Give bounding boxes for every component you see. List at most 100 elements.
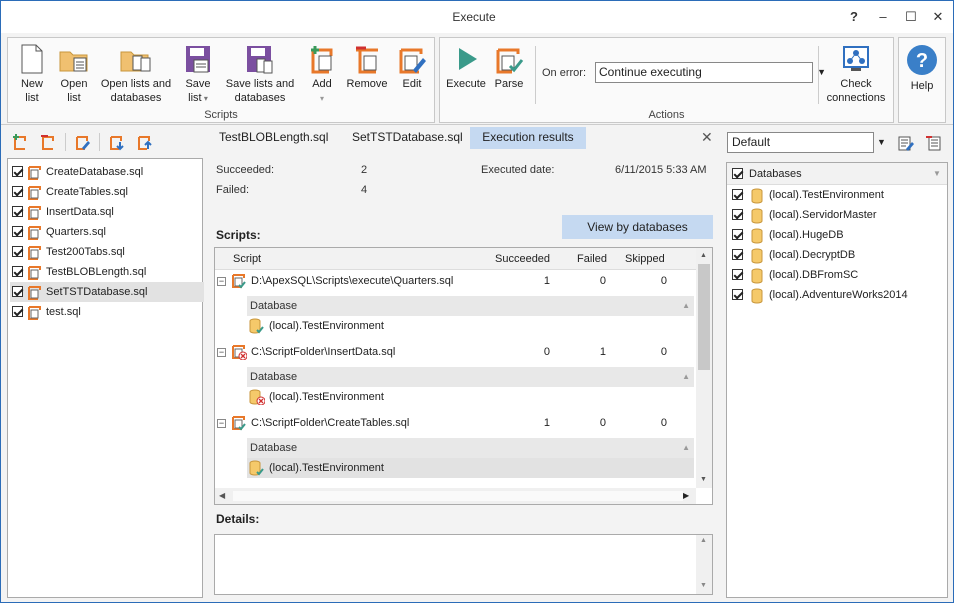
database-subheader: Database ▲: [247, 296, 694, 316]
database-column-label[interactable]: Database: [250, 442, 297, 454]
database-checkbox[interactable]: [732, 189, 743, 200]
close-window-button[interactable]: ✕: [928, 7, 948, 27]
sort-chevron-icon[interactable]: ▼: [933, 169, 941, 178]
list-item[interactable]: Quarters.sql: [10, 222, 204, 242]
sort-up-icon[interactable]: ▲: [682, 296, 690, 316]
help-button[interactable]: ? Help: [902, 44, 942, 93]
tab-testbloblength[interactable]: TestBLOBLength.sql: [219, 130, 328, 144]
remove-button[interactable]: Remove: [344, 44, 390, 91]
add-script-small-icon[interactable]: [11, 133, 29, 151]
close-tab-icon[interactable]: ✕: [701, 129, 713, 146]
list-item[interactable]: (local).DecryptDB: [729, 245, 947, 265]
database-result-row[interactable]: (local).TestEnvironment: [247, 387, 694, 407]
database-result-row[interactable]: (local).TestEnvironment: [247, 316, 694, 336]
column-script[interactable]: Script: [233, 248, 261, 270]
list-item[interactable]: (local).DBFromSC: [729, 265, 947, 285]
database-checkbox[interactable]: [732, 289, 743, 300]
script-checkbox[interactable]: [12, 306, 23, 317]
database-checkbox[interactable]: [732, 249, 743, 260]
list-item[interactable]: SetTSTDatabase.sql: [10, 282, 204, 302]
script-checkbox[interactable]: [12, 246, 23, 257]
list-item[interactable]: (local).ServidorMaster: [729, 205, 947, 225]
select-all-databases-checkbox[interactable]: [732, 168, 743, 179]
edit-button[interactable]: Edit: [394, 44, 430, 91]
column-skipped[interactable]: Skipped: [625, 248, 665, 270]
move-down-icon[interactable]: [107, 133, 125, 151]
edit-script-small-icon[interactable]: [73, 133, 91, 151]
database-column-label[interactable]: Database: [250, 300, 297, 312]
details-scroll-down[interactable]: ▼: [700, 582, 707, 589]
maximize-button[interactable]: ☐: [901, 7, 921, 27]
grid-vertical-scrollbar[interactable]: ▲ ▼: [696, 248, 712, 488]
database-column-label[interactable]: Database: [250, 371, 297, 383]
tab-settstdatabase[interactable]: SetTSTDatabase.sql: [352, 130, 463, 144]
help-group: ? Help: [898, 37, 946, 123]
sort-up-icon[interactable]: ▲: [682, 438, 690, 458]
new-list-button[interactable]: New list: [14, 44, 50, 105]
execute-button[interactable]: Execute: [444, 44, 488, 91]
minimize-button[interactable]: –: [873, 7, 893, 27]
scroll-down-arrow[interactable]: ▼: [700, 476, 707, 483]
script-checkbox[interactable]: [12, 166, 23, 177]
move-up-icon[interactable]: [135, 133, 153, 151]
remove-script-small-icon[interactable]: [39, 133, 57, 151]
table-row[interactable]: − C:\ScriptFolder\CreateTables.sql 1 0 0: [215, 413, 696, 433]
database-profile-dropdown[interactable]: Default: [727, 132, 874, 153]
script-name: InsertData.sql: [46, 206, 114, 218]
script-checkbox[interactable]: [12, 226, 23, 237]
on-error-dropdown[interactable]: Continue executing ▼: [595, 62, 826, 83]
details-textbox[interactable]: ▲ ▼: [214, 534, 713, 595]
grid-horizontal-scrollbar[interactable]: ◀ ▶: [215, 488, 696, 504]
save-list-button[interactable]: Save list ▾: [180, 44, 216, 106]
scroll-left-arrow[interactable]: ◀: [219, 491, 225, 500]
collapse-icon[interactable]: −: [217, 277, 226, 286]
script-path: C:\ScriptFolder\CreateTables.sql: [251, 417, 410, 429]
execute-window: Execute ? – ☐ ✕ New list Open list Open li…: [0, 0, 954, 603]
help-title-button[interactable]: ?: [844, 7, 864, 27]
scroll-thumb[interactable]: [698, 264, 710, 370]
script-checkbox[interactable]: [12, 186, 23, 197]
parse-button[interactable]: Parse: [490, 44, 528, 91]
add-script-icon: [311, 46, 333, 74]
list-item[interactable]: TestBLOBLength.sql: [10, 262, 204, 282]
script-status-icon: [231, 415, 247, 438]
database-checkbox[interactable]: [732, 229, 743, 240]
check-connections-button[interactable]: Check connections: [824, 44, 888, 105]
list-item[interactable]: InsertData.sql: [10, 202, 204, 222]
script-checkbox[interactable]: [12, 286, 23, 297]
database-result-row[interactable]: (local).TestEnvironment: [247, 458, 694, 478]
list-item[interactable]: (local).AdventureWorks2014: [729, 285, 947, 305]
details-scroll-up[interactable]: ▲: [700, 537, 707, 544]
list-item[interactable]: CreateDatabase.sql: [10, 162, 204, 182]
list-item[interactable]: (local).HugeDB: [729, 225, 947, 245]
view-by-databases-button[interactable]: View by databases: [562, 215, 713, 239]
scroll-up-arrow[interactable]: ▲: [700, 252, 707, 259]
open-list-button[interactable]: Open list: [54, 44, 94, 105]
open-lists-and-databases-button[interactable]: Open lists and databases: [98, 44, 174, 105]
column-succeeded[interactable]: Succeeded: [495, 248, 550, 270]
list-item[interactable]: (local).TestEnvironment: [729, 185, 947, 205]
collapse-icon[interactable]: −: [217, 419, 226, 428]
remove-profile-icon[interactable]: [925, 134, 943, 152]
script-checkbox[interactable]: [12, 206, 23, 217]
scroll-right-arrow[interactable]: ▶: [683, 491, 689, 500]
script-checkbox[interactable]: [12, 266, 23, 277]
list-item[interactable]: Test200Tabs.sql: [10, 242, 204, 262]
save-lists-and-databases-button[interactable]: Save lists and databases: [222, 44, 298, 105]
add-button[interactable]: Add ▾: [304, 44, 340, 106]
collapse-icon[interactable]: −: [217, 348, 226, 357]
edit-profile-icon[interactable]: [897, 134, 915, 152]
toolbar-separator: [65, 133, 66, 151]
table-row[interactable]: − D:\ApexSQL\Scripts\execute\Quarters.sql…: [215, 271, 696, 291]
details-scrollbar[interactable]: ▲ ▼: [696, 535, 712, 594]
database-checkbox[interactable]: [732, 209, 743, 220]
sort-up-icon[interactable]: ▲: [682, 367, 690, 387]
column-failed[interactable]: Failed: [577, 248, 607, 270]
list-item[interactable]: CreateTables.sql: [10, 182, 204, 202]
profile-chevron-down-icon[interactable]: ▼: [877, 137, 886, 147]
list-item[interactable]: test.sql: [10, 302, 204, 322]
table-row[interactable]: − C:\ScriptFolder\InsertData.sql 0 1 0: [215, 342, 696, 362]
tab-execution-results[interactable]: Execution results: [470, 127, 586, 149]
database-checkbox[interactable]: [732, 269, 743, 280]
h-scroll-track[interactable]: [233, 491, 683, 501]
